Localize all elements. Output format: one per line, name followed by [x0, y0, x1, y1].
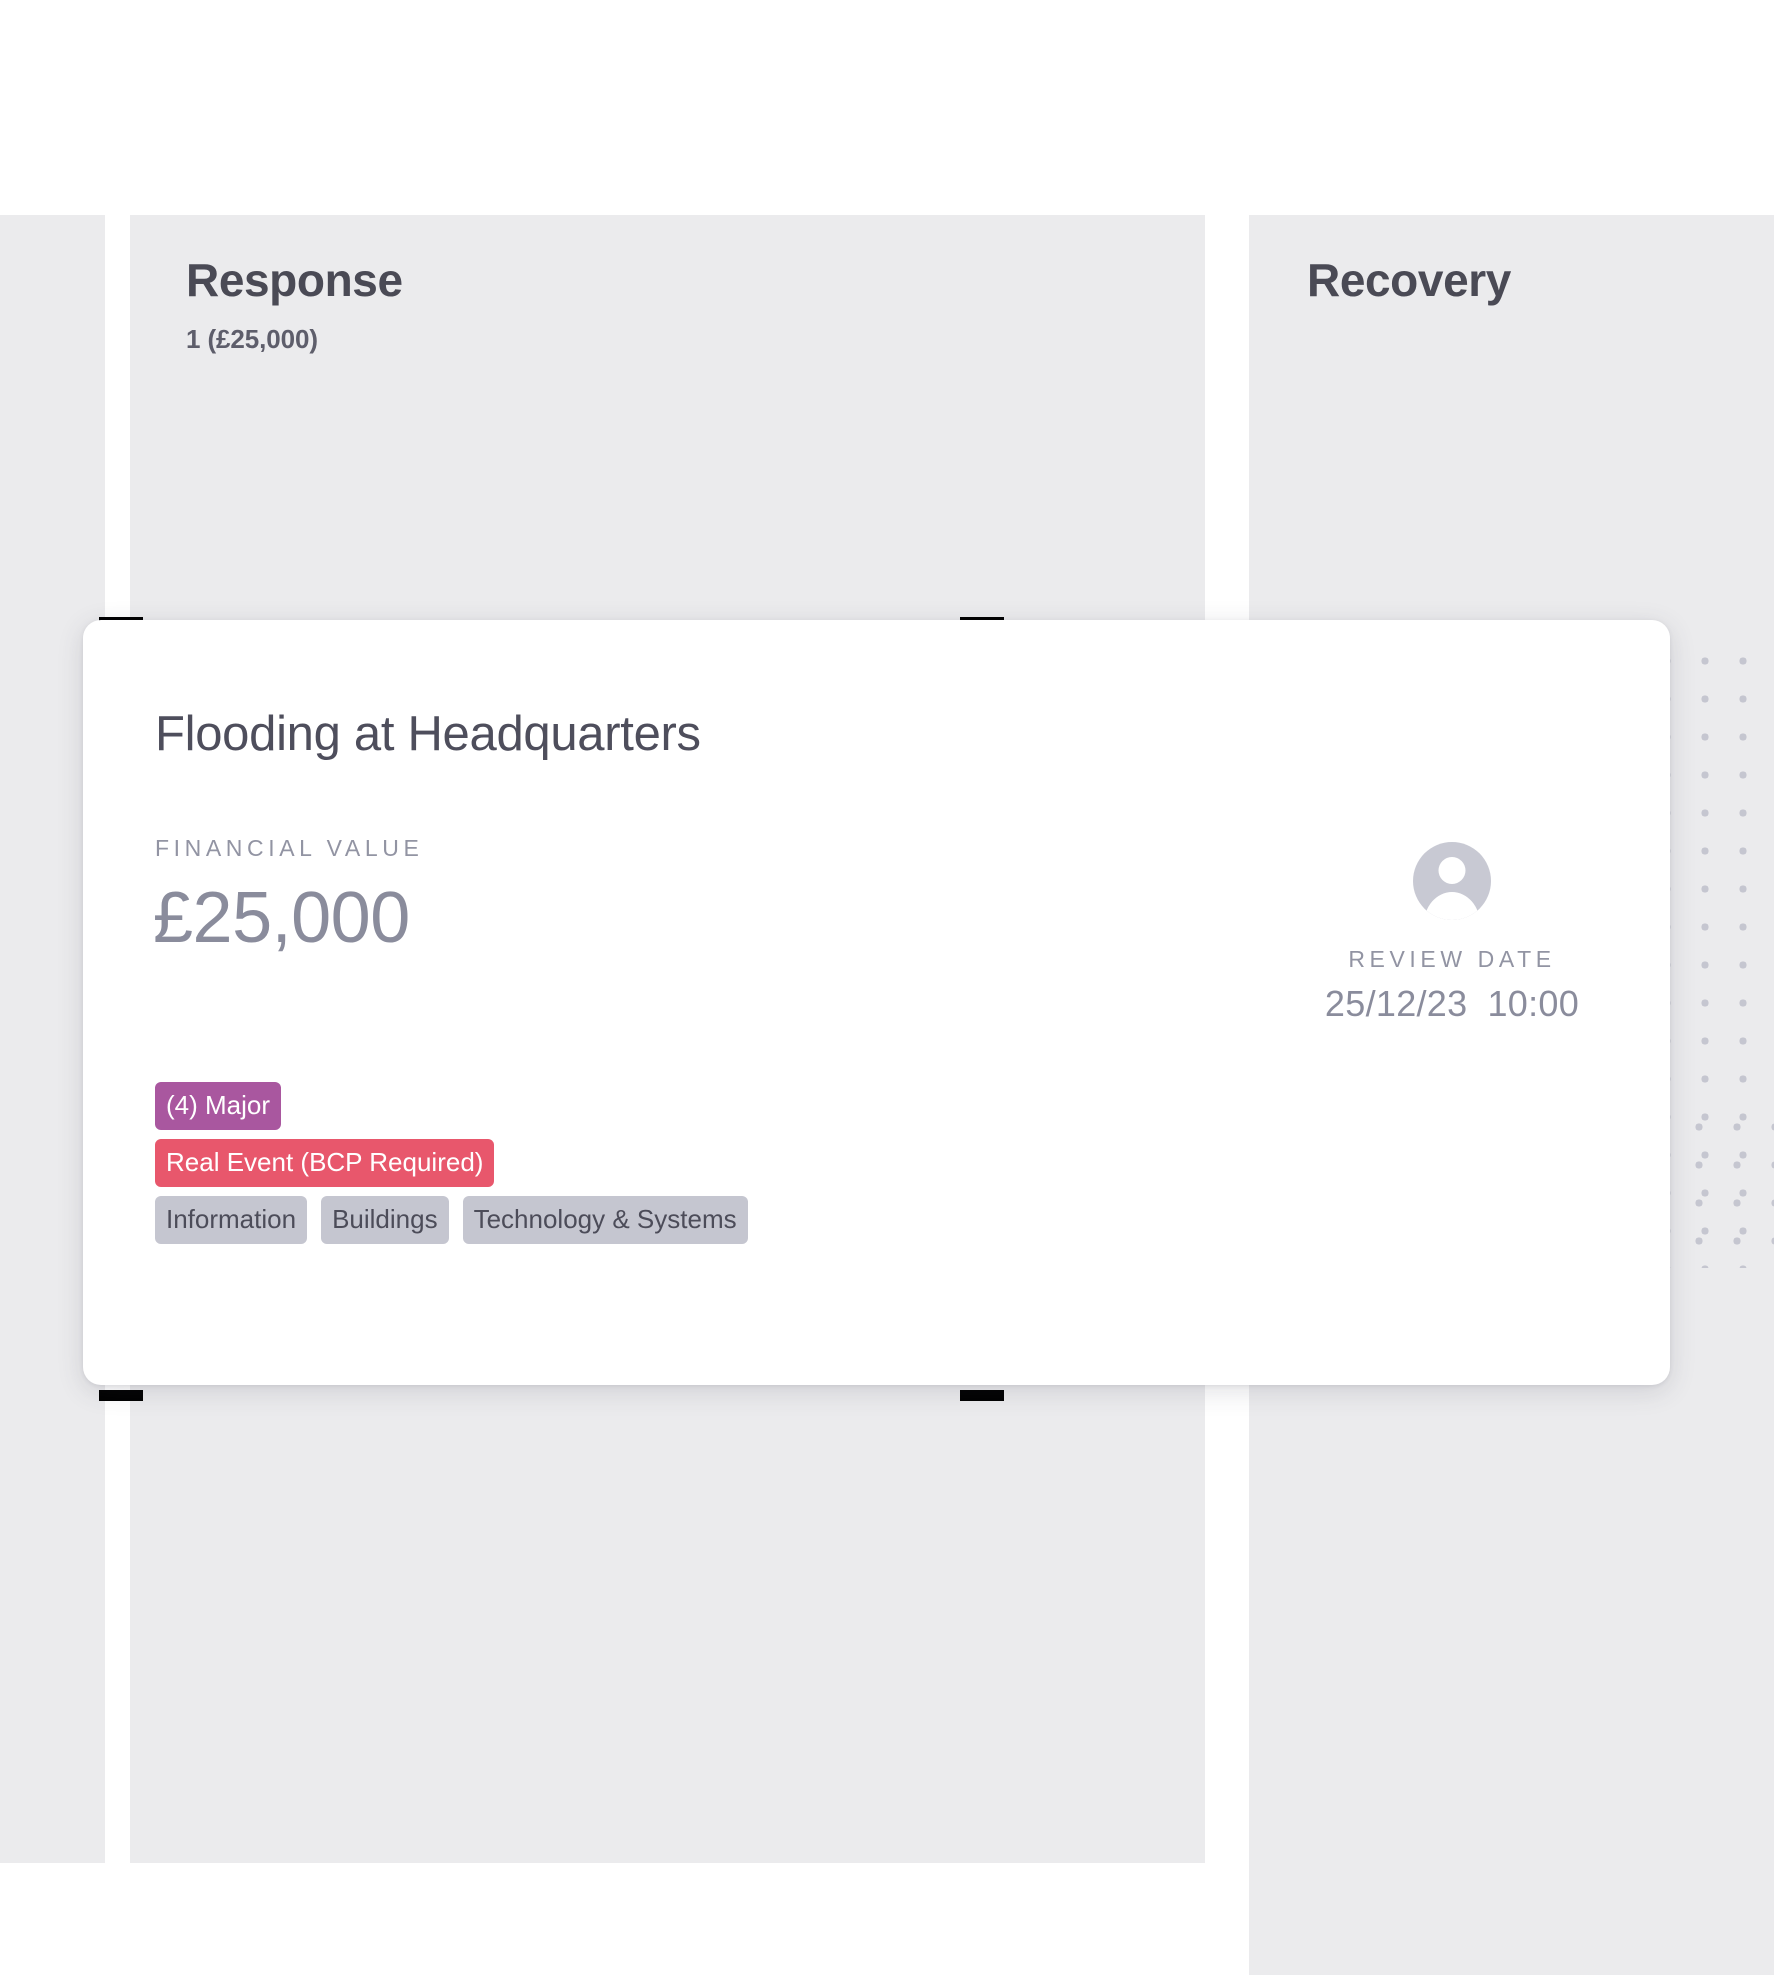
category-chip[interactable]: Information: [155, 1196, 308, 1244]
column-header-response: Response 1 (£25,000): [186, 255, 403, 355]
review-date-value: 25/12/23 10:00: [1292, 983, 1612, 1025]
review-date-label: Review Date: [1348, 946, 1556, 972]
category-chip[interactable]: Technology & Systems: [462, 1196, 748, 1244]
tag-row-categories: Information Buildings Technology & Syste…: [155, 1196, 748, 1244]
event-type-badge[interactable]: Real Event (BCP Required): [155, 1139, 495, 1187]
column-title-response: Response: [186, 254, 403, 306]
incident-meta: Review Date 25/12/23 10:00: [1292, 842, 1612, 1025]
incident-title: Flooding at Headquarters: [155, 707, 701, 761]
review-date-time: 10:00: [1487, 983, 1580, 1024]
avatar-head-shape: [1438, 857, 1466, 884]
incident-tag-list: (4) Major Real Event (BCP Required) Info…: [155, 1082, 748, 1244]
user-avatar-icon[interactable]: [1413, 842, 1491, 920]
avatar-body-shape: [1424, 892, 1480, 920]
kanban-board: Response 1 (£25,000) Recovery Flooding a…: [0, 0, 1774, 1975]
financial-value-label: Financial Value: [155, 835, 424, 861]
tag-row-event: Real Event (BCP Required): [155, 1139, 748, 1187]
incident-card[interactable]: Flooding at Headquarters Financial Value…: [83, 620, 1670, 1385]
column-header-recovery: Recovery: [1307, 255, 1511, 306]
review-date-day: 25/12/23: [1324, 983, 1468, 1024]
drop-marker: [99, 1390, 143, 1401]
column-title-recovery: Recovery: [1307, 254, 1511, 306]
tag-row-severity: (4) Major: [155, 1082, 748, 1130]
financial-value-amount: £25,000: [153, 878, 410, 958]
category-chip[interactable]: Buildings: [321, 1196, 449, 1244]
drop-marker: [960, 1390, 1004, 1401]
severity-badge[interactable]: (4) Major: [155, 1082, 282, 1130]
column-count-response: 1 (£25,000): [186, 323, 318, 354]
